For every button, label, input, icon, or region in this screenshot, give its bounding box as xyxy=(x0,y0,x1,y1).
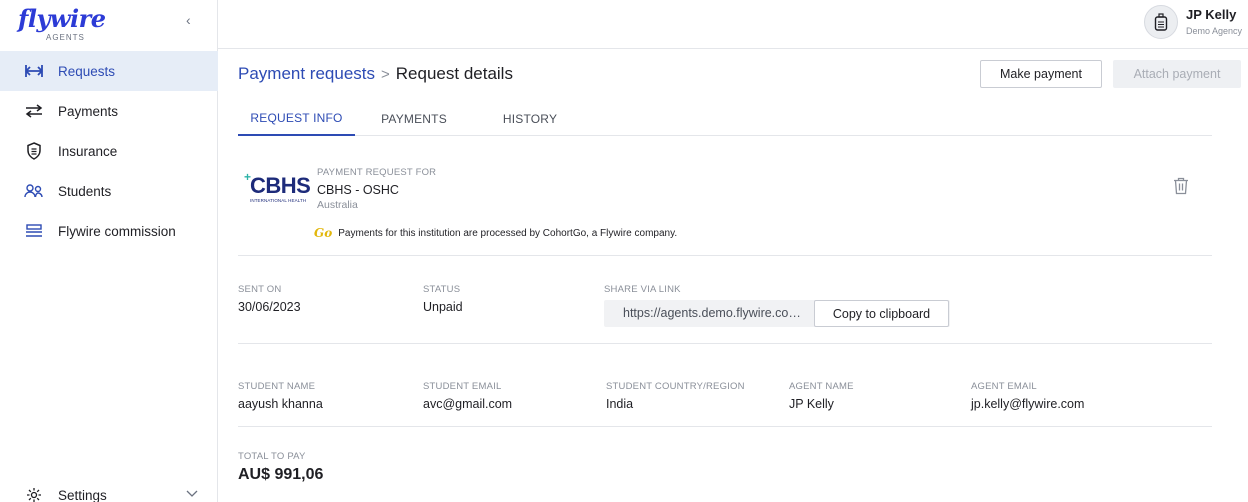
student-email-value: avc@gmail.com xyxy=(423,397,513,411)
gear-icon xyxy=(24,485,44,502)
agent-email-label: AGENT EMAIL xyxy=(971,381,1037,392)
requests-icon xyxy=(24,61,44,81)
chevron-down-icon[interactable] xyxy=(186,486,198,501)
institution-country: Australia xyxy=(317,199,358,211)
collapse-sidebar-chevron-left-icon[interactable]: ‹ xyxy=(186,12,191,28)
divider xyxy=(238,255,1212,256)
sidebar-item-label: Students xyxy=(58,183,112,199)
sidebar-item-settings[interactable]: Settings xyxy=(0,478,218,502)
sidebar-item-label: Insurance xyxy=(58,143,118,159)
commission-icon xyxy=(24,221,44,241)
processor-note: Go Payments for this institution are pro… xyxy=(314,226,677,240)
student-email-label: STUDENT EMAIL xyxy=(423,381,502,392)
tab-payments[interactable]: PAYMENTS xyxy=(368,102,460,136)
student-name-label: STUDENT NAME xyxy=(238,381,316,392)
user-organization: Demo Agency xyxy=(1186,26,1243,36)
institution-logo: + CBHS INTERNATIONAL HEALTH xyxy=(244,170,314,206)
flywire-logo[interactable]: flywire AGENTS xyxy=(16,4,116,46)
sidebar-item-flywire-commission[interactable]: Flywire commission xyxy=(0,211,218,251)
students-icon xyxy=(24,181,44,201)
top-bar: JP Kelly Demo Agency xyxy=(218,0,1248,49)
institution-logo-subtext: INTERNATIONAL HEALTH xyxy=(250,198,307,203)
delete-trash-icon[interactable] xyxy=(1173,177,1191,197)
tab-bar: REQUEST INFO PAYMENTS HISTORY xyxy=(238,102,1212,136)
copy-to-clipboard-button[interactable]: Copy to clipboard xyxy=(814,300,949,327)
divider xyxy=(238,343,1212,344)
logo-subtitle: AGENTS xyxy=(46,33,85,42)
total-to-pay-label: TOTAL TO PAY xyxy=(238,451,306,462)
student-name-value: aayush khanna xyxy=(238,397,323,411)
page-title: Request details xyxy=(395,64,513,83)
user-avatar[interactable] xyxy=(1144,5,1178,39)
payment-request-for-label: PAYMENT REQUEST FOR xyxy=(317,167,437,178)
share-via-link-label: SHARE VIA LINK xyxy=(604,284,681,295)
agent-name-value: JP Kelly xyxy=(789,397,834,411)
sidebar-item-students[interactable]: Students xyxy=(0,171,218,211)
sidebar-item-payments[interactable]: Payments xyxy=(0,91,218,131)
insurance-shield-icon xyxy=(24,141,44,161)
sidebar-item-insurance[interactable]: Insurance xyxy=(0,131,218,171)
student-country-label: STUDENT COUNTRY/REGION xyxy=(606,381,745,392)
student-country-value: India xyxy=(606,397,634,411)
agent-name-label: AGENT NAME xyxy=(789,381,854,392)
processor-note-text: Payments for this institution are proces… xyxy=(338,227,678,239)
payments-icon xyxy=(24,101,44,121)
cohortgo-logo-icon: Go xyxy=(314,226,333,240)
breadcrumb-payment-requests-link[interactable]: Payment requests xyxy=(238,64,375,83)
sidebar-item-requests[interactable]: Requests xyxy=(0,51,218,91)
sidebar-item-label: Payments xyxy=(58,103,119,119)
share-link-value[interactable]: https://agents.demo.flywire.com/re... xyxy=(623,306,809,320)
settings-label: Settings xyxy=(58,487,107,502)
sent-on-label: SENT ON xyxy=(238,284,282,295)
tab-request-info[interactable]: REQUEST INFO xyxy=(238,102,355,136)
status-label: STATUS xyxy=(423,284,461,295)
sidebar-nav: Requests Payments Insurance Students Fly… xyxy=(0,51,218,251)
sidebar: flywire AGENTS ‹ Requests Payments Insur… xyxy=(0,0,218,502)
user-name[interactable]: JP Kelly xyxy=(1186,7,1236,22)
make-payment-button[interactable]: Make payment xyxy=(980,60,1102,88)
breadcrumb-separator-icon: > xyxy=(381,66,390,83)
attach-payment-button[interactable]: Attach payment xyxy=(1113,60,1241,88)
agent-email-value: jp.kelly@flywire.com xyxy=(971,397,1085,411)
divider xyxy=(238,426,1212,427)
total-to-pay-amount: AU$ 991,06 xyxy=(238,466,324,483)
institution-name: CBHS - OSHC xyxy=(317,183,399,197)
tab-history[interactable]: HISTORY xyxy=(480,102,580,136)
status-value: Unpaid xyxy=(423,300,463,314)
sent-on-value: 30/06/2023 xyxy=(238,300,301,314)
breadcrumb: Payment requests > Request details xyxy=(238,64,513,84)
logo-wordmark: flywire xyxy=(18,4,106,33)
institution-logo-text: CBHS xyxy=(250,173,311,198)
sidebar-item-label: Flywire commission xyxy=(58,223,176,239)
agent-badge-icon xyxy=(1154,13,1168,31)
sidebar-item-label: Requests xyxy=(58,63,116,79)
